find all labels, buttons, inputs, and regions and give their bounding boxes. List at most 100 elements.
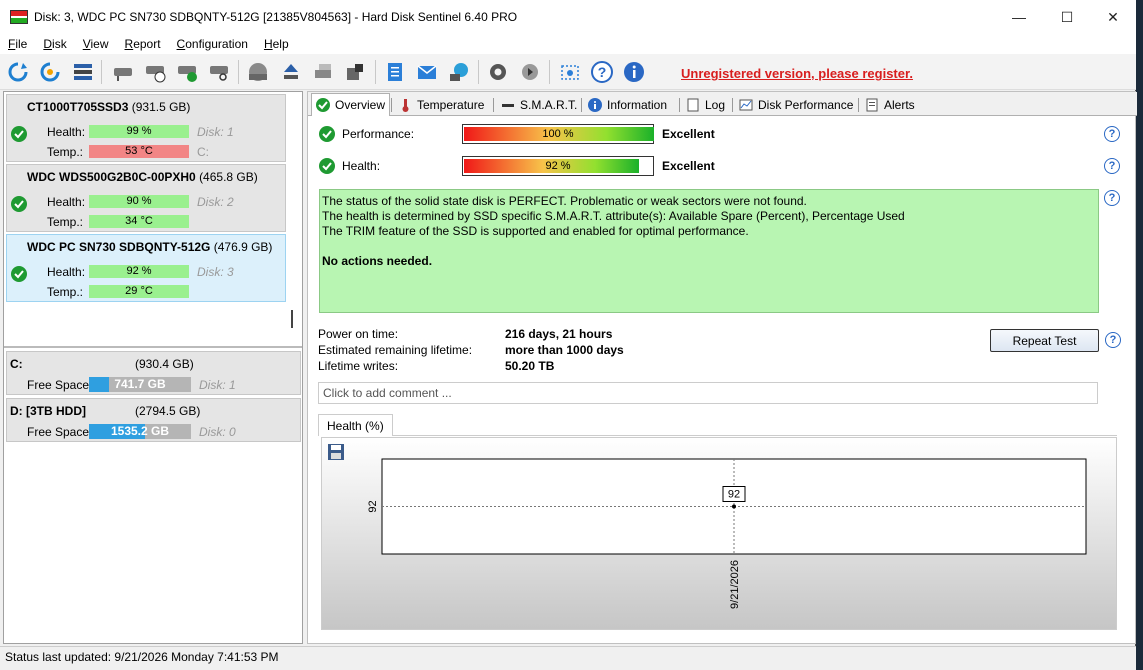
chart-svg: 92 9/21/2026 92 [367,458,1087,609]
lifetime-writes-label: Lifetime writes: [318,359,399,373]
tab-log[interactable]: Log [682,94,729,116]
tab-label: Log [705,98,726,112]
disk-list-icon[interactable] [70,59,96,85]
repeat-test-help-icon[interactable]: ? [1105,332,1121,348]
free-space-bar: 1535.2 GB [89,424,191,439]
help-icon[interactable]: ? [589,59,615,85]
tab-information[interactable]: Information [584,94,671,116]
screenshot-icon[interactable] [557,59,583,85]
performance-help-icon[interactable]: ? [1104,126,1120,142]
register-link[interactable]: Unregistered version, please register. [681,66,913,81]
info-icon[interactable] [621,59,647,85]
health-help-icon[interactable]: ? [1104,158,1120,174]
disk-name: WDC WDS500G2B0C-00PXH0 (465.8 GB) [27,170,258,184]
menu-disk[interactable]: Disk [35,37,74,51]
maximize-button[interactable]: ☐ [1044,0,1090,34]
tab-health-chart[interactable]: Health (%) [318,414,393,436]
disk-card-1[interactable]: CT1000T705SSD3 (931.5 GB) Health: 99 % D… [6,94,286,162]
refresh-icon[interactable] [5,59,31,85]
window-title: Disk: 3, WDC PC SN730 SDBQNTY-512G [2138… [34,10,518,24]
free-space-value: 1535.2 GB [110,424,170,438]
health-bar: 92 % [462,156,654,176]
tab-label: Disk Performance [758,98,854,112]
title-bar[interactable]: Disk: 3, WDC PC SN730 SDBQNTY-512G [2138… [0,0,1136,34]
check-icon [11,126,27,142]
status-help-icon[interactable]: ? [1104,190,1120,206]
tab-overview[interactable]: Overview [311,93,391,116]
disk-icon[interactable] [110,59,136,85]
pane-divider[interactable] [4,346,302,348]
status-line: The health is determined by SSD specific… [322,209,905,223]
app-logo-icon [10,10,28,24]
tab-smart[interactable]: S.M.A.R.T. [497,94,581,116]
toolbar: ? Unregistered version, please register. [0,54,1136,90]
volume-disk-number: Disk: 1 [199,378,236,392]
disk-list-scrollbar[interactable] [291,310,293,328]
refresh-all-icon[interactable] [37,59,63,85]
volume-name: D: [3TB HDD] [10,404,86,418]
drives-icon[interactable] [310,59,336,85]
menu-report[interactable]: Report [117,37,169,51]
tab-disk-performance[interactable]: Disk Performance [735,94,857,116]
disk-check-icon[interactable] [174,59,200,85]
menu-configuration[interactable]: Configuration [169,37,256,51]
health-check-icon [319,158,335,174]
menu-view[interactable]: View [75,37,117,51]
info-icon [588,98,602,112]
disk-search-icon[interactable] [206,59,232,85]
volume-size: (930.4 GB) [135,357,194,371]
power-on-label: Power on time: [318,327,399,341]
status-action: No actions needed. [322,254,433,268]
repeat-test-button[interactable]: Repeat Test [990,329,1099,352]
status-line: The TRIM feature of the SSD is supported… [322,224,749,238]
health-value: 92 % [545,160,571,172]
health-chart: 92 9/21/2026 92 [321,437,1117,630]
minimize-button[interactable]: — [996,0,1042,34]
status-line: The status of the solid state disk is PE… [322,194,807,208]
tab-temperature[interactable]: Temperature [394,94,488,116]
close-button[interactable]: ✕ [1090,0,1136,34]
disk-card-2[interactable]: WDC WDS500G2B0C-00PXH0 (465.8 GB) Health… [6,164,286,232]
temp-bar: 53 °C [89,145,189,158]
performance-bar: 100 % [462,124,654,144]
drive-letter: C: [197,145,209,159]
performance-label: Performance: [342,127,415,141]
menu-help[interactable]: Help [256,37,297,51]
status-bar: Status last updated: 9/21/2026 Monday 7:… [0,646,1136,670]
health-bar: 92 % [89,265,189,278]
performance-rating: Excellent [662,127,715,141]
eject-icon[interactable] [278,59,304,85]
health-bar: 90 % [89,195,189,208]
volume-card-c[interactable]: C: (930.4 GB) Free Space 741.7 GB Disk: … [6,351,301,395]
sound-icon[interactable] [517,59,543,85]
report-icon[interactable] [382,59,408,85]
tab-alerts[interactable]: Alerts [861,94,919,116]
disk-list-pane: CT1000T705SSD3 (931.5 GB) Health: 99 % D… [3,91,303,644]
comment-input[interactable]: Click to add comment ... [318,382,1098,404]
temp-label: Temp.: [47,215,84,229]
lifetime-writes-value: 50.20 TB [505,359,555,373]
disk-surface-icon[interactable] [245,59,271,85]
check-icon [11,266,27,282]
email-icon[interactable] [414,59,440,85]
backup-icon[interactable] [342,59,368,85]
volume-card-d[interactable]: D: [3TB HDD] (2794.5 GB) Free Space 1535… [6,398,301,442]
temp-bar: 29 °C [89,285,189,298]
y-tick-label: 92 [367,500,379,512]
tab-label: Temperature [417,98,485,112]
smart-icon [501,98,515,112]
performance-chart-icon [739,98,753,112]
disk-card-3[interactable]: WDC PC SN730 SDBQNTY-512G (476.9 GB) Hea… [6,234,286,302]
free-space-value: 741.7 GB [114,377,166,391]
log-icon [686,98,700,112]
tab-label: Overview [335,98,386,112]
disk-clock-icon[interactable] [142,59,168,85]
menu-file[interactable]: File [0,37,35,51]
settings-icon[interactable] [485,59,511,85]
free-space-bar: 741.7 GB [89,377,191,392]
power-on-value: 216 days, 21 hours [505,327,613,341]
performance-check-icon [319,126,335,142]
network-icon[interactable] [446,59,472,85]
details-pane: Overview Temperature S.M.A.R.T. Informat… [307,91,1137,644]
thermometer-icon [398,98,412,112]
